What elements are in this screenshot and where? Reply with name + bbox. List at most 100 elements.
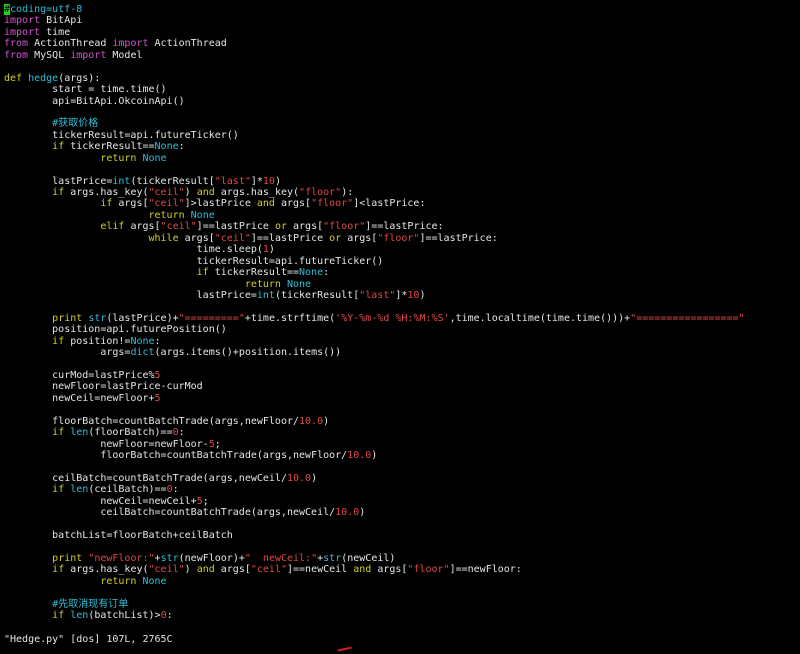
code-line[interactable]: args=dict(args.items()+position.items()) [4,347,798,358]
code-token: "floor" [323,221,366,233]
code-token: "=========" [178,312,245,324]
code-token: and [196,564,215,576]
code-line[interactable]: lastPrice=int(tickerResult["last"]*10) [4,290,798,301]
code-token: MySQL [28,49,71,61]
code-line[interactable]: newFloor=newFloor-5; [4,439,798,450]
code-line[interactable]: floorBatch=countBatchTrade(args,newFloor… [4,416,798,427]
code-line[interactable]: if tickerResult==None: [4,141,798,152]
code-line[interactable]: #获取价格 [4,118,798,129]
code-token: api=BitApi.OkcoinApi() [4,95,185,107]
code-token: 10.0 [286,472,312,484]
code-token: "last" [359,289,396,301]
code-token: from [4,49,29,61]
code-token: and [353,564,372,576]
code-line[interactable]: newFloor=lastPrice-curMod [4,381,798,392]
code-token: if [52,427,65,439]
code-line[interactable]: import time [4,27,798,38]
code-token: return [100,152,137,164]
code-line[interactable] [4,542,798,553]
code-line[interactable] [4,519,798,530]
code-line[interactable]: return None [4,210,798,221]
code-line[interactable] [4,587,798,598]
code-line[interactable]: if len(floorBatch)==0: [4,427,798,438]
code-line[interactable]: if tickerResult==None: [4,267,798,278]
code-line[interactable] [4,359,798,370]
code-line[interactable]: start = time.time() [4,84,798,95]
code-line[interactable]: if args["ceil"]>lastPrice and args["floo… [4,198,798,209]
code-line[interactable]: lastPrice=int(tickerResult["last"]*10) [4,176,798,187]
code-line[interactable]: newCeil=newCeil+5; [4,496,798,507]
code-token: : [178,427,185,439]
code-token: ceilBatch=countBatchTrade(args,newCeil/ [4,507,336,519]
code-editor[interactable]: #coding=utf-8 import BitApi import time fro… [4,4,798,634]
code-token: ]>lastPrice [184,198,257,210]
code-line[interactable]: elif args["ceil"]==lastPrice or args["fl… [4,221,798,232]
code-token: newCeil=newCeil+ [4,495,197,507]
code-line[interactable]: print str(lastPrice)+"========="+time.st… [4,313,798,324]
code-line[interactable] [4,164,798,175]
code-token: args[ [341,232,378,244]
code-line[interactable]: def hedge(args): [4,73,798,84]
code-line[interactable]: curMod=lastPrice%5 [4,370,798,381]
code-line[interactable]: while args["ceil"]==lastPrice or args["f… [4,233,798,244]
code-token: tickerResult=api.futureTicker() [4,255,384,267]
code-token: tickerResult== [64,141,155,153]
code-line[interactable] [4,301,798,312]
code-token: 5 [154,370,161,381]
code-token: ) [184,187,197,198]
code-token: if [52,610,65,622]
code-line[interactable]: time.sleep(1) [4,244,798,255]
code-token: (newFloor)+ [178,553,245,564]
code-line[interactable]: from ActionThread import ActionThread [4,38,798,49]
code-line[interactable]: #先取消现有订单 [4,599,798,610]
code-line[interactable]: print "newFloor:"+str(newFloor)+" newCei… [4,553,798,564]
code-line[interactable]: if len(ceilBatch)==0: [4,484,798,495]
code-line[interactable]: import BitApi [4,15,798,26]
code-line[interactable]: from MySQL import Model [4,50,798,61]
code-token: ActionThread [28,38,113,50]
code-line[interactable]: floorBatch=countBatchTrade(args,newFloor… [4,450,798,461]
code-token: args.has_key( [64,564,149,576]
code-line[interactable]: position=api.futurePosition() [4,324,798,335]
code-line[interactable]: api=BitApi.OkcoinApi() [4,96,798,107]
code-line[interactable]: return None [4,279,798,290]
code-line[interactable]: if position!=None: [4,336,798,347]
code-token: ]==lastPrice: [365,221,444,233]
code-line[interactable]: newCeil=newFloor+5 [4,393,798,404]
code-line[interactable] [4,462,798,473]
code-token: if [52,141,65,153]
code-line[interactable]: if args.has_key("ceil") and args["ceil"]… [4,564,798,575]
code-token: ]==lastPrice [250,232,330,244]
code-token: ]==lastPrice [196,221,275,233]
code-token: : [172,484,179,496]
code-line[interactable]: tickerResult=api.futureTicker() [4,256,798,267]
code-line[interactable]: return None [4,153,798,164]
code-line[interactable] [4,404,798,415]
code-token: and [196,187,215,198]
code-line[interactable]: ceilBatch=countBatchTrade(args,newCeil/1… [4,507,798,518]
code-token: args[ [371,564,408,576]
code-line[interactable] [4,107,798,118]
code-line[interactable]: if args.has_key("ceil") and args.has_key… [4,187,798,198]
code-line[interactable]: batchList=floorBatch+ceilBatch [4,530,798,541]
code-token: args[ [274,198,312,210]
code-line[interactable]: #coding=utf-8 [4,4,798,15]
code-line[interactable]: return None [4,576,798,587]
code-line[interactable] [4,61,798,72]
code-token: "newFloor:" [88,553,155,564]
code-line[interactable]: if len(batchList)>0: [4,610,798,621]
code-line[interactable]: ceilBatch=countBatchTrade(args,newCeil/1… [4,473,798,484]
code-line[interactable]: tickerResult=api.futureTicker() [4,130,798,141]
code-token: int [256,289,275,301]
code-token: None [286,278,312,290]
code-token: (batchList)> [88,610,161,622]
